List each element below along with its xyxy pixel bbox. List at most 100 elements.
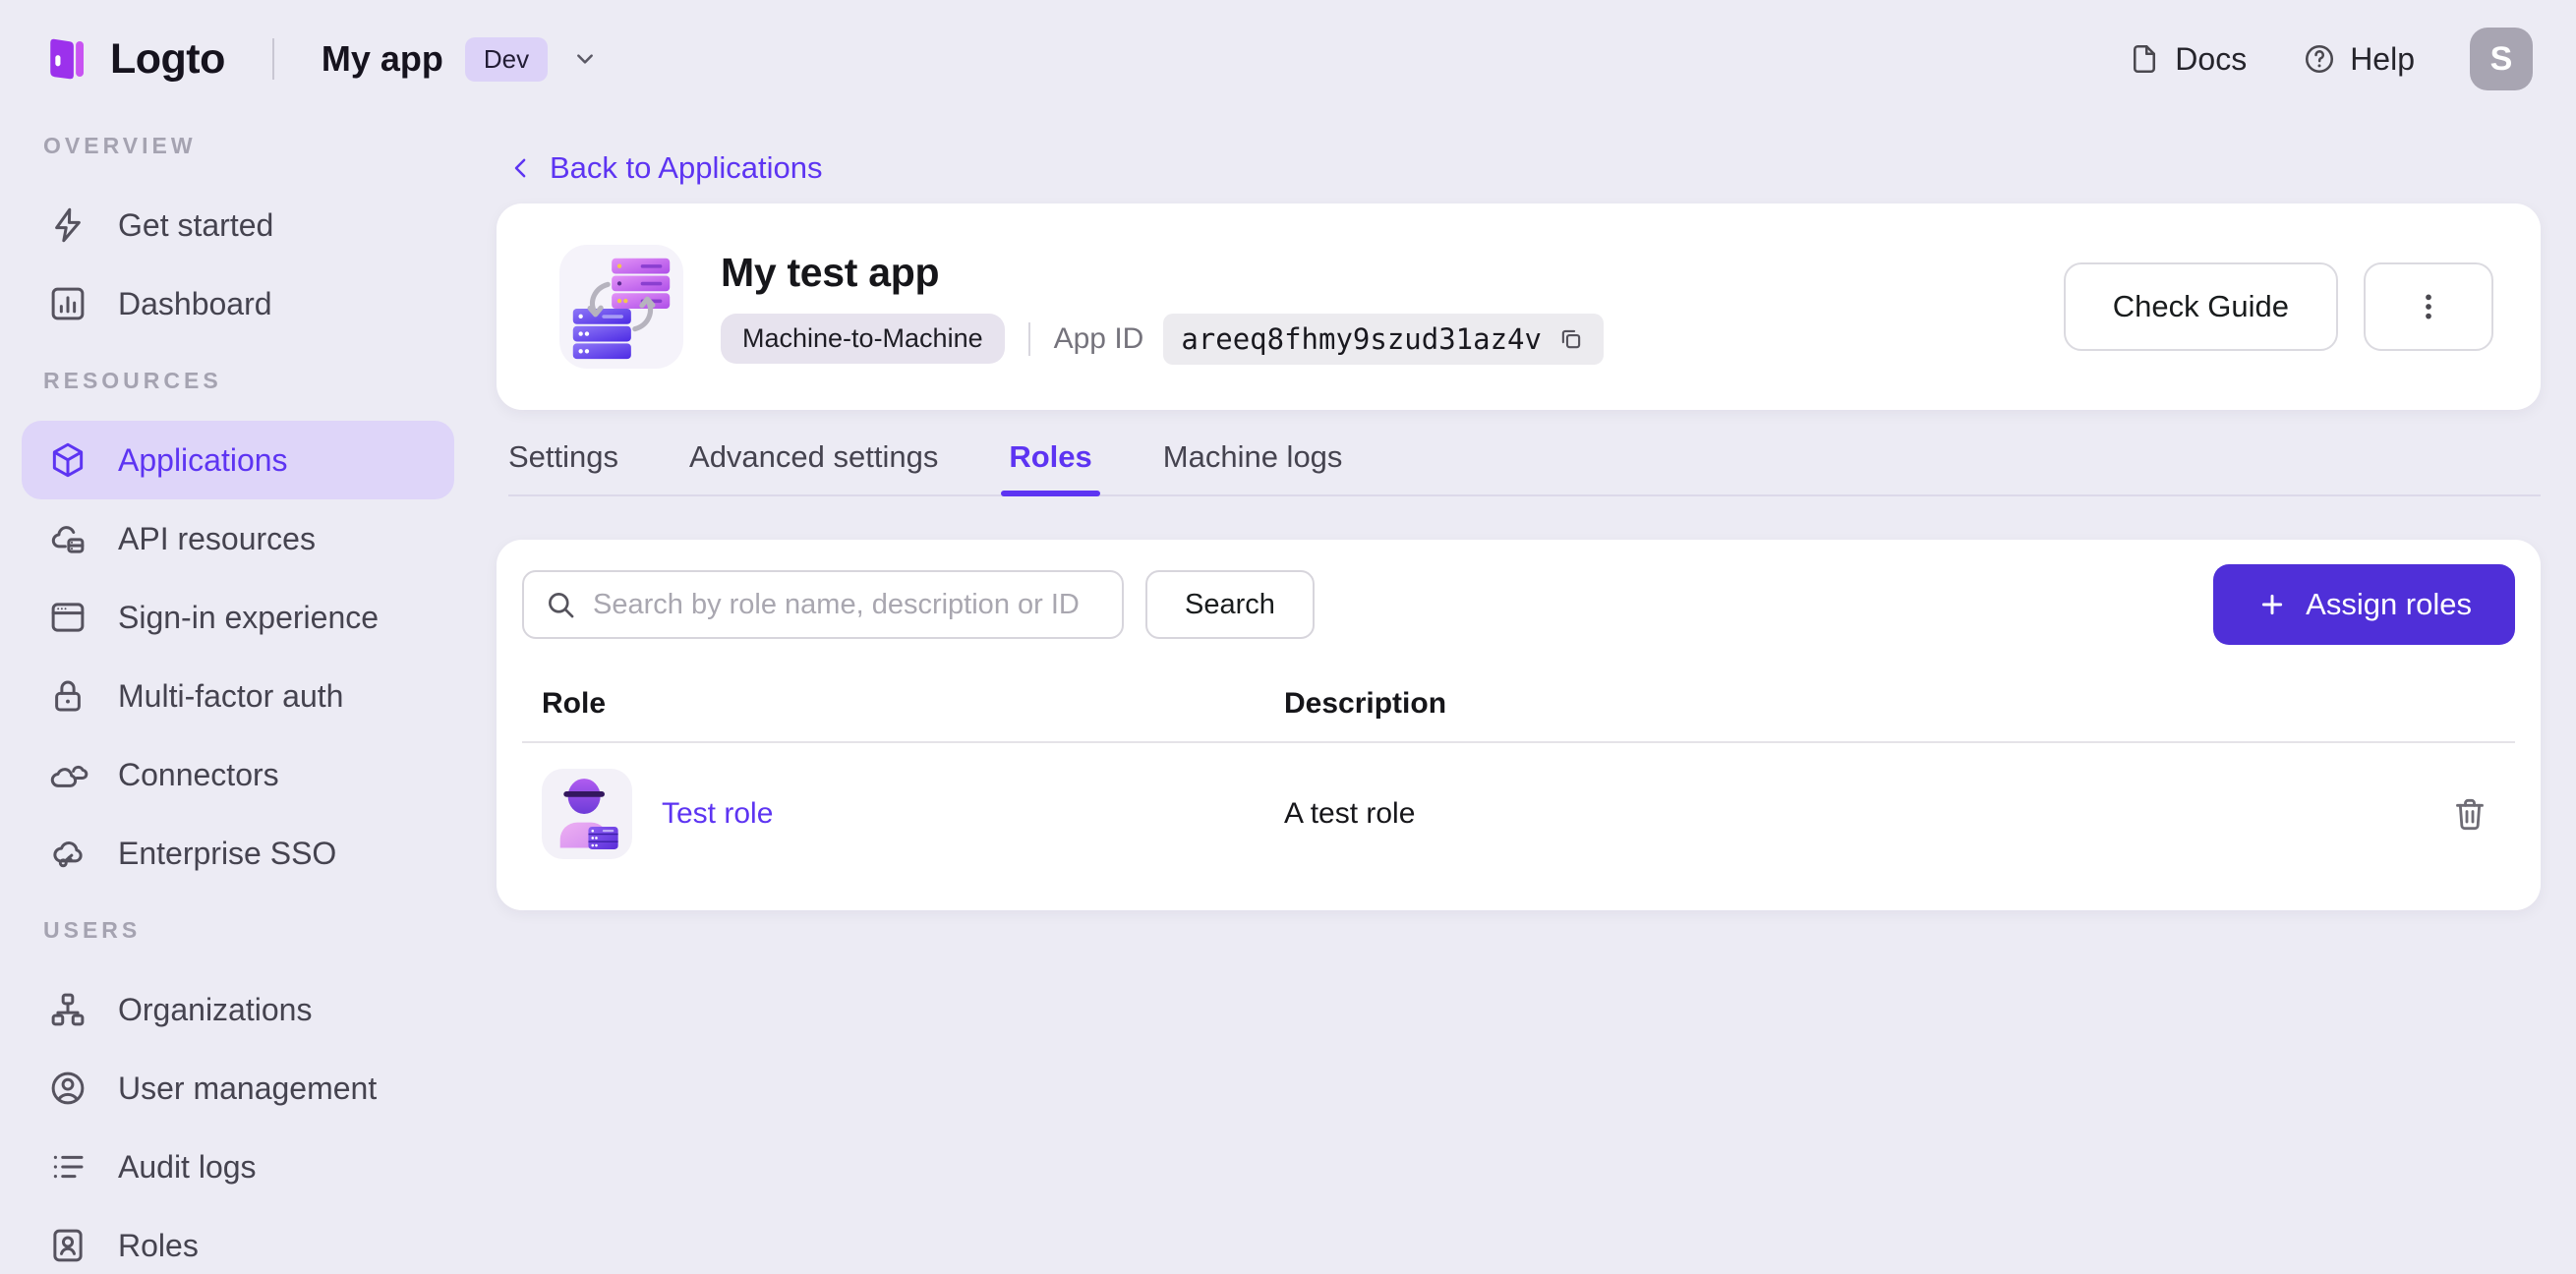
sidebar-item-label: Roles <box>118 1227 199 1263</box>
role-description: A test role <box>1284 797 1416 830</box>
app-icon <box>559 245 683 369</box>
browser-icon <box>51 603 85 632</box>
table-row: Test role A test role <box>522 743 2515 885</box>
assign-roles-label: Assign roles <box>2306 587 2472 621</box>
table-header-row: Role Description <box>522 666 2515 743</box>
sidebar-item-label: Dashboard <box>118 285 272 321</box>
sidebar-item-label: Multi-factor auth <box>118 677 344 714</box>
sidebar-item-label: Get started <box>118 206 274 243</box>
tab-roles[interactable]: Roles <box>1001 439 1101 496</box>
lock-icon <box>55 680 81 712</box>
bar-chart-icon <box>51 287 85 320</box>
plus-icon <box>2262 594 2283 615</box>
tab-bar: Settings Advanced settings Roles Machine… <box>508 439 2541 496</box>
logto-brand[interactable]: Logto <box>39 32 225 86</box>
app-info: My test app Machine-to-Machine App ID ar… <box>721 250 1604 365</box>
list-icon <box>53 1155 84 1179</box>
document-icon <box>2134 44 2156 74</box>
question-circle-icon <box>2306 44 2334 74</box>
sidebar-item-label: Sign-in experience <box>118 599 380 635</box>
sidebar-section-users: USERS <box>43 917 142 943</box>
search-input[interactable] <box>593 588 1102 621</box>
back-link-label: Back to Applications <box>550 150 823 185</box>
sidebar-item-audit-logs[interactable]: Audit logs <box>22 1128 454 1206</box>
docs-link[interactable]: Docs <box>2127 41 2247 78</box>
role-name-link[interactable]: Test role <box>662 797 773 831</box>
app-id-value: areeq8fhmy9szud31az4v <box>1181 321 1542 356</box>
sidebar-section-resources: RESOURCES <box>43 368 222 393</box>
app-title: My test app <box>721 249 940 295</box>
sidebar-section-overview: OVERVIEW <box>43 133 197 158</box>
cube-icon <box>52 442 84 478</box>
sidebar-item-roles[interactable]: Roles <box>22 1206 454 1274</box>
chevron-down-icon <box>569 43 601 75</box>
sidebar-item-get-started[interactable]: Get started <box>22 186 454 264</box>
tenant-selector[interactable]: My app Dev <box>321 36 601 82</box>
sidebar-item-enterprise-sso[interactable]: Enterprise SSO <box>22 814 454 893</box>
sidebar-item-label: API resources <box>118 520 316 556</box>
logto-logo-icon <box>39 32 92 86</box>
topbar-right: Docs Help S <box>2127 28 2533 90</box>
help-label: Help <box>2350 40 2415 77</box>
user-circle-icon <box>51 1071 85 1105</box>
search-box[interactable] <box>522 570 1124 639</box>
tab-machine-logs[interactable]: Machine logs <box>1163 439 1343 494</box>
more-options-button[interactable] <box>2364 262 2493 351</box>
sidebar-item-label: Enterprise SSO <box>118 835 337 871</box>
sidebar-item-label: Audit logs <box>118 1148 257 1185</box>
topbar: Logto My app Dev Docs Help S <box>0 0 2576 118</box>
brand-name: Logto <box>110 34 225 83</box>
app-id-label: App ID <box>1053 321 1144 355</box>
sidebar-item-label: Applications <box>118 441 288 478</box>
sidebar-item-multi-factor-auth[interactable]: Multi-factor auth <box>22 657 454 735</box>
app-id-pill[interactable]: areeq8fhmy9szud31az4v <box>1163 313 1604 365</box>
sidebar: OVERVIEW Get started Dashboard RESOURCES… <box>0 118 482 1274</box>
chevron-left-icon <box>514 158 526 178</box>
column-header-description: Description <box>1284 687 1447 720</box>
sidebar-item-label: User management <box>118 1070 378 1106</box>
topbar-divider <box>271 38 274 80</box>
sidebar-item-connectors[interactable]: Connectors <box>22 735 454 814</box>
meta-divider <box>1027 321 1030 356</box>
tab-settings[interactable]: Settings <box>508 439 618 494</box>
user-avatar[interactable]: S <box>2470 28 2533 90</box>
machine-to-machine-icon <box>572 258 671 360</box>
help-link[interactable]: Help <box>2302 41 2415 78</box>
app-type-badge: Machine-to-Machine <box>721 314 1005 364</box>
main-content: Back to Applications My test app Machine… <box>482 118 2576 1274</box>
kebab-menu-icon <box>2426 294 2431 319</box>
sidebar-item-organizations[interactable]: Organizations <box>22 970 454 1049</box>
copy-icon[interactable] <box>1556 324 1586 354</box>
roles-panel: Search Assign roles Role Description <box>497 540 2541 910</box>
id-badge-icon <box>53 1229 83 1262</box>
sidebar-item-applications[interactable]: Applications <box>22 421 454 499</box>
clouds-icon <box>50 765 88 787</box>
back-to-applications-link[interactable]: Back to Applications <box>506 150 822 186</box>
role-icon <box>542 769 632 859</box>
tenant-name: My app <box>321 38 443 79</box>
search-button[interactable]: Search <box>1145 570 1315 639</box>
docs-label: Docs <box>2175 40 2248 77</box>
roles-toolbar: Search Assign roles <box>522 564 2515 645</box>
tab-advanced-settings[interactable]: Advanced settings <box>689 439 938 494</box>
cloud-server-icon <box>51 526 85 553</box>
lightning-icon <box>55 207 81 243</box>
sidebar-item-dashboard[interactable]: Dashboard <box>22 264 454 343</box>
assign-roles-button[interactable]: Assign roles <box>2213 564 2515 645</box>
sidebar-item-api-resources[interactable]: API resources <box>22 499 454 578</box>
sidebar-item-user-management[interactable]: User management <box>22 1049 454 1128</box>
role-cell: Test role <box>542 769 1284 859</box>
cloud-key-icon <box>53 841 83 868</box>
column-header-role: Role <box>542 687 607 720</box>
m2m-role-icon <box>559 779 618 849</box>
check-guide-button[interactable]: Check Guide <box>2063 262 2338 351</box>
trash-icon <box>2456 798 2484 831</box>
sidebar-item-sign-in-experience[interactable]: Sign-in experience <box>22 578 454 657</box>
sidebar-item-label: Organizations <box>118 991 313 1027</box>
app-header-card: My test app Machine-to-Machine App ID ar… <box>497 203 2541 410</box>
roles-table: Role Description Test role A test role <box>522 666 2515 885</box>
delete-role-button[interactable] <box>2450 794 2495 834</box>
tenant-env-badge: Dev <box>464 36 549 82</box>
sidebar-item-label: Connectors <box>118 756 279 792</box>
header-actions: Check Guide <box>2063 262 2493 351</box>
